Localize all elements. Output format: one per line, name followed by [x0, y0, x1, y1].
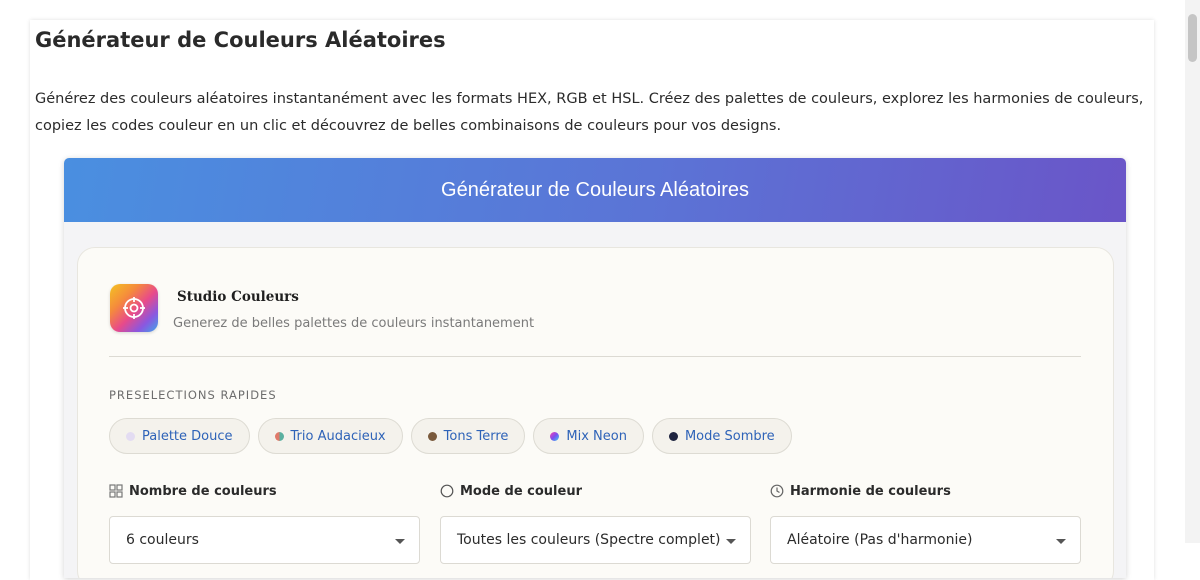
studio-name: Studio Couleurs — [177, 289, 299, 305]
color-mode-label-text: Mode de couleur — [460, 483, 582, 499]
color-mode-select[interactable]: Toutes les couleurs (Spectre complet) — [440, 516, 751, 564]
preset-mode-sombre[interactable]: Mode Sombre — [651, 418, 792, 454]
color-generator-app: Générateur de Couleurs Aléatoires Studio… — [64, 158, 1126, 578]
color-dot-icon — [668, 431, 678, 441]
color-count-label-text: Nombre de couleurs — [129, 483, 277, 499]
preset-label: Tons Terre — [443, 428, 509, 444]
color-mode-value: Toutes les couleurs (Spectre complet) — [457, 532, 721, 548]
color-harmony-value: Aléatoire (Pas d'harmonie) — [787, 532, 973, 548]
chevron-down-icon — [726, 539, 736, 544]
scrollbar-thumb[interactable] — [1188, 14, 1197, 62]
color-harmony-control: Harmonie de couleurs Aléatoire (Pas d'ha… — [770, 482, 1081, 564]
circle-icon — [440, 484, 454, 498]
divider — [109, 356, 1081, 357]
color-dot-icon — [126, 431, 135, 441]
color-count-label: Nombre de couleurs — [109, 482, 420, 500]
app-header: Générateur de Couleurs Aléatoires — [64, 158, 1126, 222]
page-description: Générez des couleurs aléatoires instanta… — [35, 91, 1144, 134]
clock-icon — [770, 484, 784, 498]
preset-palette-douce[interactable]: Palette Douce — [109, 418, 250, 454]
color-harmony-label: Harmonie de couleurs — [770, 482, 1081, 500]
chevron-down-icon — [1056, 539, 1066, 544]
studio-panel: Studio Couleurs Generez de belles palett… — [77, 247, 1114, 578]
color-harmony-label-text: Harmonie de couleurs — [790, 483, 951, 499]
studio-subtitle: Generez de belles palettes de couleurs i… — [173, 316, 535, 331]
page-title: Générateur de Couleurs Aléatoires — [35, 28, 446, 52]
color-dot-icon — [550, 431, 560, 441]
color-count-select[interactable]: 6 couleurs — [109, 516, 420, 564]
color-count-control: Nombre de couleurs 6 couleurs — [109, 482, 420, 564]
presets-label: PRESELECTIONS RAPIDES — [109, 388, 277, 402]
preset-mix-neon[interactable]: Mix Neon — [533, 418, 644, 454]
color-dot-icon — [274, 431, 284, 441]
grid-icon — [109, 484, 123, 498]
preset-label: Mode Sombre — [684, 428, 775, 444]
preset-trio-audacieux[interactable]: Trio Audacieux — [257, 418, 403, 454]
color-count-value: 6 couleurs — [126, 532, 199, 548]
preset-label: Mix Neon — [566, 428, 627, 444]
preset-label: Trio Audacieux — [290, 428, 386, 444]
color-harmony-select[interactable]: Aléatoire (Pas d'harmonie) — [770, 516, 1081, 564]
color-mode-control: Mode de couleur Toutes les couleurs (Spe… — [440, 482, 751, 564]
target-icon — [123, 297, 145, 319]
page-container: Générateur de Couleurs Aléatoires Génére… — [30, 20, 1154, 580]
color-dot-icon — [427, 431, 437, 441]
studio-logo — [110, 284, 158, 332]
preset-label: Palette Douce — [142, 428, 233, 444]
preset-list: Palette Douce Trio Audacieux Tons Terre … — [109, 418, 792, 454]
chevron-down-icon — [395, 539, 405, 544]
page-scrollbar[interactable] — [1185, 0, 1200, 543]
preset-tons-terre[interactable]: Tons Terre — [410, 418, 526, 454]
color-mode-label: Mode de couleur — [440, 482, 751, 500]
